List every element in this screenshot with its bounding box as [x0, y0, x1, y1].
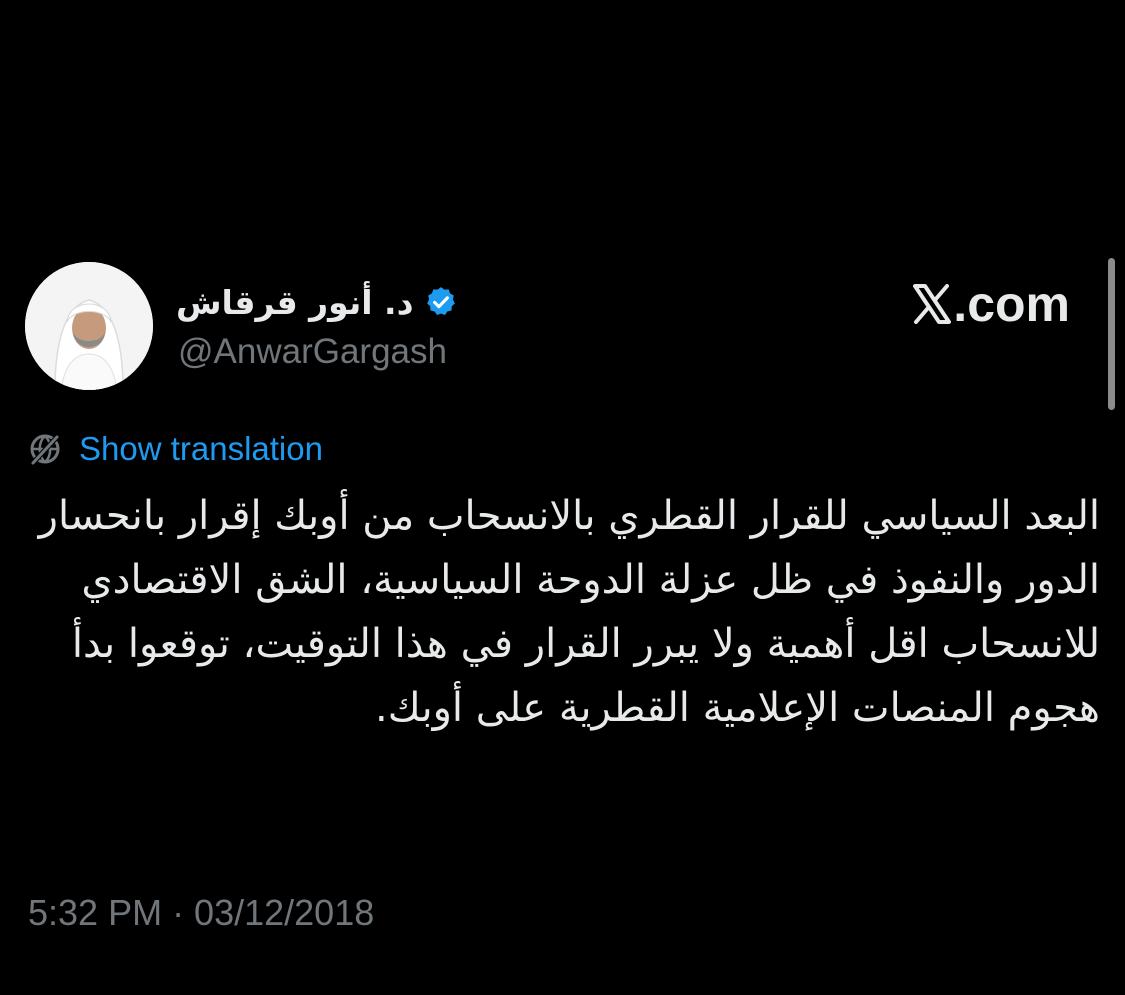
profile-photo: [25, 262, 153, 390]
globe-icon: [27, 431, 63, 467]
author-name-row[interactable]: د. أنور قرقاش: [176, 276, 458, 328]
scrollbar[interactable]: [1108, 258, 1115, 410]
brand-label: .com: [953, 276, 1070, 332]
author-display-name[interactable]: د. أنور قرقاش: [176, 283, 414, 322]
tweet-timestamp[interactable]: 5:32 PM · 03/12/2018: [28, 892, 374, 934]
brand-watermark: .com: [913, 276, 1070, 332]
tweet-text: البعد السياسي للقرار القطري بالانسحاب من…: [38, 493, 1100, 731]
x-logo-icon: [913, 284, 952, 324]
author-handle[interactable]: @AnwarGargash: [178, 332, 447, 372]
show-translation-row[interactable]: Show translation: [27, 428, 323, 470]
show-translation-link[interactable]: Show translation: [79, 430, 323, 468]
author-avatar[interactable]: [25, 262, 153, 390]
verified-badge-icon: [424, 285, 458, 319]
